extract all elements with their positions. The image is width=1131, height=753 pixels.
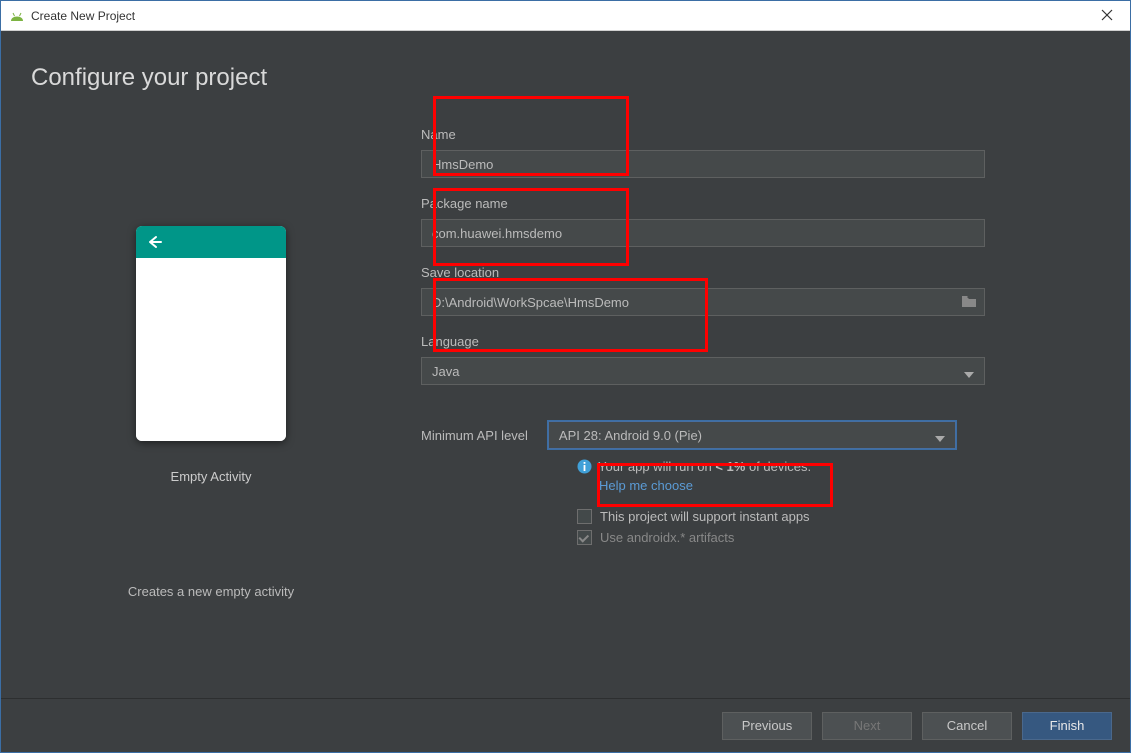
dialog-window: Create New Project Configure your projec…: [0, 0, 1131, 753]
chevron-down-icon: [935, 430, 945, 445]
instant-apps-label: This project will support instant apps: [600, 509, 810, 524]
package-input[interactable]: com.huawei.hmsdemo: [421, 219, 985, 247]
close-icon[interactable]: [1092, 8, 1122, 24]
location-input[interactable]: D:\Android\WorkSpcae\HmsDemo: [421, 288, 985, 316]
language-select[interactable]: Java: [421, 357, 985, 385]
preview-caption: Empty Activity: [171, 469, 252, 484]
dialog-content: Configure your project Empty Activity Cr…: [1, 31, 1130, 698]
cancel-button[interactable]: Cancel: [922, 712, 1012, 740]
language-value: Java: [432, 364, 459, 379]
language-label: Language: [421, 334, 1100, 349]
package-value: com.huawei.hmsdemo: [432, 226, 562, 241]
finish-button[interactable]: Finish: [1022, 712, 1112, 740]
api-label: Minimum API level: [421, 428, 528, 443]
name-label: Name: [421, 127, 1100, 142]
api-value: API 28: Android 9.0 (Pie): [559, 428, 702, 443]
previous-button[interactable]: Previous: [722, 712, 812, 740]
next-button: Next: [822, 712, 912, 740]
location-value: D:\Android\WorkSpcae\HmsDemo: [432, 295, 629, 310]
chevron-down-icon: [964, 366, 974, 381]
dialog-footer: Previous Next Cancel Finish: [1, 698, 1130, 752]
titlebar: Create New Project: [1, 1, 1130, 31]
name-input[interactable]: HmsDemo: [421, 150, 985, 178]
preview-topbar: [136, 226, 286, 258]
androidx-checkbox: [577, 530, 592, 545]
page-title: Configure your project: [1, 31, 1130, 92]
preview-body: [136, 258, 286, 441]
back-arrow-icon: [146, 235, 162, 249]
browse-folder-icon[interactable]: [961, 294, 977, 313]
device-compat-text: Your app will run on < 1% of devices.: [577, 459, 1100, 474]
help-me-choose-link[interactable]: Help me choose: [599, 478, 693, 493]
instant-apps-checkbox[interactable]: [577, 509, 592, 524]
preview-description: Creates a new empty activity: [128, 584, 294, 599]
location-label: Save location: [421, 265, 1100, 280]
package-label: Package name: [421, 196, 1100, 211]
android-icon: [9, 11, 25, 21]
activity-preview: [136, 226, 286, 441]
window-title: Create New Project: [31, 9, 135, 23]
androidx-label: Use androidx.* artifacts: [600, 530, 734, 545]
info-icon: [577, 459, 592, 474]
api-select[interactable]: API 28: Android 9.0 (Pie): [548, 421, 956, 449]
name-value: HmsDemo: [432, 157, 493, 172]
